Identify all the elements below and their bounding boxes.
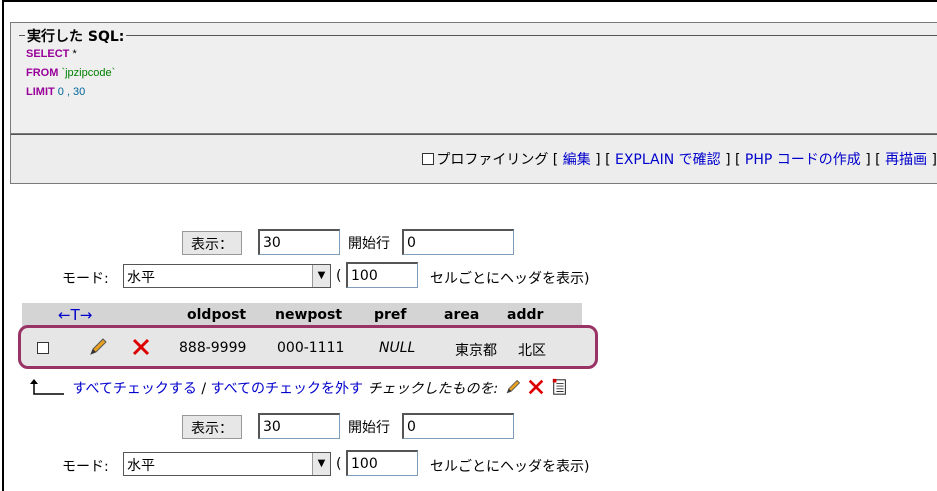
- headers-label-bottom: セルごとにヘッダを表示): [430, 459, 590, 475]
- mode-select-value-top: 水平: [127, 270, 155, 286]
- sql-links: プロファイリング [ 編集 ] [ EXPLAIN で確認 ] [ PHP コー…: [422, 149, 937, 169]
- bulk-actions: すべてチェックする / すべてのチェックを外す チェックしたものを:: [28, 378, 570, 398]
- fieldset-line: [19, 35, 937, 36]
- cell-addr: 北区: [518, 343, 546, 359]
- paren-open-bottom: (: [336, 456, 342, 472]
- delete-x-icon[interactable]: [131, 337, 151, 357]
- cell-newpost: 000-1111: [277, 340, 345, 356]
- col-pref[interactable]: pref: [374, 307, 407, 323]
- check-all-link[interactable]: すべてチェックする: [72, 381, 196, 397]
- rows-input-top[interactable]: [258, 229, 340, 255]
- start-row-input-bottom[interactable]: [402, 413, 514, 439]
- table-row: 888-9999 000-1111 NULL 東京都 北区: [18, 325, 598, 369]
- headers-input-top[interactable]: [346, 262, 418, 288]
- column-arrows[interactable]: ←T→: [58, 306, 92, 324]
- pencil-edit-icon[interactable]: [87, 336, 109, 358]
- sql-line-from: FROM `jpzipcode`: [26, 67, 116, 79]
- with-selected-label: チェックしたものを:: [367, 381, 499, 397]
- mode-select-value-bottom: 水平: [127, 458, 155, 474]
- col-area[interactable]: area: [444, 307, 479, 323]
- col-oldpost[interactable]: oldpost: [187, 307, 246, 323]
- sql-legend: 実行した SQL:: [25, 26, 127, 46]
- chevron-down-icon[interactable]: ▼: [312, 453, 330, 475]
- col-newpost[interactable]: newpost: [275, 307, 342, 323]
- bulk-separator: /: [196, 381, 211, 397]
- show-button-bottom[interactable]: 表示：: [182, 415, 242, 439]
- col-addr[interactable]: addr: [507, 307, 543, 323]
- delete-x-icon[interactable]: [527, 378, 545, 396]
- row-checkbox[interactable]: [37, 342, 49, 354]
- cell-oldpost: 888-9999: [179, 340, 247, 356]
- rows-input-bottom[interactable]: [258, 413, 340, 439]
- cell-area: 東京都: [455, 343, 497, 359]
- explain-link[interactable]: EXPLAIN で確認: [615, 152, 721, 168]
- profiling-checkbox[interactable]: [422, 153, 435, 165]
- edit-link[interactable]: 編集: [563, 152, 591, 168]
- sql-query-box: 実行した SQL: SELECT * FROM `jpzipcode` LIMI…: [10, 22, 937, 134]
- sql-toolbar: プロファイリング [ 編集 ] [ EXPLAIN で確認 ] [ PHP コー…: [10, 134, 937, 184]
- export-icon[interactable]: [550, 378, 570, 396]
- php-code-link[interactable]: PHP コードの作成: [745, 152, 861, 168]
- paren-open-top: (: [336, 268, 342, 284]
- refresh-link[interactable]: 再描画: [885, 152, 927, 168]
- headers-label-top: セルごとにヘッダを表示): [430, 271, 590, 287]
- start-row-input-top[interactable]: [402, 229, 514, 255]
- mode-select-top[interactable]: 水平 ▼: [123, 264, 331, 288]
- mode-label-top: モード:: [62, 271, 109, 287]
- uncheck-all-link[interactable]: すべてのチェックを外す: [211, 381, 363, 397]
- start-row-label-top: 開始行: [348, 236, 390, 252]
- sql-code: SELECT * FROM `jpzipcode` LIMIT 0 , 30: [26, 45, 115, 102]
- headers-input-bottom[interactable]: [346, 450, 418, 476]
- sql-line-select: SELECT *: [26, 48, 77, 60]
- mode-select-bottom[interactable]: 水平 ▼: [123, 452, 331, 476]
- start-row-label-bottom: 開始行: [348, 420, 390, 436]
- mode-label-bottom: モード:: [62, 459, 109, 475]
- pencil-edit-icon[interactable]: [503, 378, 523, 396]
- chevron-down-icon[interactable]: ▼: [312, 265, 330, 287]
- sql-line-limit: LIMIT 0 , 30: [26, 86, 86, 98]
- profiling-label: プロファイリング: [436, 152, 549, 168]
- cell-pref-null: NULL: [379, 340, 416, 356]
- show-button-top[interactable]: 表示：: [182, 231, 242, 255]
- arrow-up-corner-icon: [30, 379, 64, 395]
